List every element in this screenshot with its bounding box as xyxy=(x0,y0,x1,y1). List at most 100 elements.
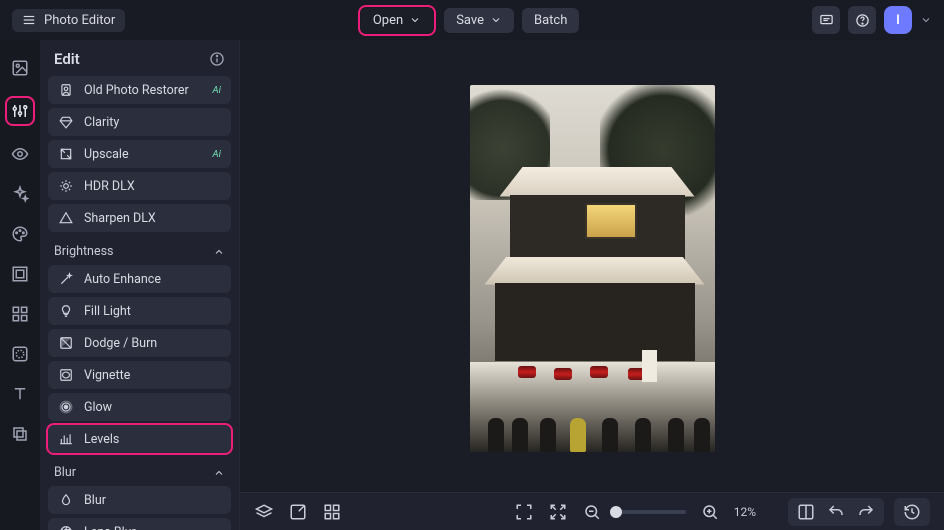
glow-icon xyxy=(58,399,74,415)
topbar-center: Open Save Batch xyxy=(358,5,580,36)
tool-scroll[interactable]: Old Photo Restorer Ai Clarity Upscale Ai HDR … xyxy=(40,76,239,530)
zoom-slider[interactable] xyxy=(616,510,686,514)
aperture-icon xyxy=(58,524,74,530)
vignette-icon xyxy=(58,367,74,383)
tool-label: Clarity xyxy=(84,115,119,130)
tool-label: Sharpen DLX xyxy=(84,211,156,226)
history-controls xyxy=(788,498,930,526)
tool-lens-blur[interactable]: Lens Blur xyxy=(48,518,231,530)
app-title-chip[interactable]: Photo Editor xyxy=(12,9,125,32)
expand-button[interactable] xyxy=(288,502,308,522)
zoom-value: 12% xyxy=(734,505,756,519)
tool-label: Vignette xyxy=(84,368,130,383)
tool-levels[interactable]: Levels xyxy=(48,425,231,453)
batch-label: Batch xyxy=(534,13,567,28)
portrait-icon xyxy=(58,82,74,98)
wand-icon xyxy=(58,271,74,287)
tool-glow[interactable]: Glow xyxy=(48,393,231,421)
comment-icon xyxy=(819,13,834,28)
nav-shapes[interactable] xyxy=(8,302,32,326)
chevron-down-icon xyxy=(490,14,502,26)
nav-sparkle[interactable] xyxy=(8,182,32,206)
undo-button[interactable] xyxy=(826,502,846,522)
levels-icon xyxy=(58,431,74,447)
chevron-up-icon xyxy=(213,246,225,258)
ai-badge: Ai xyxy=(212,149,221,160)
canvas-body[interactable] xyxy=(240,40,944,492)
nav-frame[interactable] xyxy=(8,262,32,286)
tool-label: HDR DLX xyxy=(84,179,135,194)
help-button[interactable] xyxy=(848,6,876,34)
ai-badge: Ai xyxy=(212,85,221,96)
icon-nav xyxy=(0,40,40,530)
drop-icon xyxy=(58,492,74,508)
topbar-right: I xyxy=(812,6,932,34)
tool-label: Auto Enhance xyxy=(84,272,161,287)
tool-vignette[interactable]: Vignette xyxy=(48,361,231,389)
nav-image[interactable] xyxy=(8,56,32,80)
fit-button[interactable] xyxy=(548,502,568,522)
help-icon xyxy=(855,13,870,28)
tool-label: Lens Blur xyxy=(84,525,136,530)
layers-button[interactable] xyxy=(254,502,274,522)
tool-label: Upscale xyxy=(84,147,129,162)
tool-label: Fill Light xyxy=(84,304,131,319)
tool-dodge-burn[interactable]: Dodge / Burn xyxy=(48,329,231,357)
tool-label: Levels xyxy=(84,432,119,447)
sun-icon xyxy=(58,178,74,194)
nav-texture[interactable] xyxy=(8,342,32,366)
tool-sharpen-dlx[interactable]: Sharpen DLX xyxy=(48,204,231,232)
chevron-up-icon xyxy=(213,467,225,479)
canvas-area: 12% xyxy=(240,40,944,530)
avatar[interactable]: I xyxy=(884,6,912,34)
batch-button[interactable]: Batch xyxy=(522,8,579,33)
bottom-bar: 12% xyxy=(240,492,944,530)
compare-button[interactable] xyxy=(796,502,816,522)
tool-label: Old Photo Restorer xyxy=(84,83,189,98)
tool-fill-light[interactable]: Fill Light xyxy=(48,297,231,325)
info-icon[interactable] xyxy=(209,51,225,67)
nav-layers[interactable] xyxy=(8,422,32,446)
diamond-icon xyxy=(58,114,74,130)
menu-icon xyxy=(22,13,36,27)
tool-label: Dodge / Burn xyxy=(84,336,157,351)
tool-old-photo-restorer[interactable]: Old Photo Restorer Ai xyxy=(48,76,231,104)
history-button[interactable] xyxy=(902,502,922,522)
nav-adjust[interactable] xyxy=(5,96,35,126)
zoom-controls: 12% xyxy=(582,502,756,522)
fullscreen-button[interactable] xyxy=(514,502,534,522)
grid-button[interactable] xyxy=(322,502,342,522)
tool-clarity[interactable]: Clarity xyxy=(48,108,231,136)
tool-upscale[interactable]: Upscale Ai xyxy=(48,140,231,168)
group-blur[interactable]: Blur xyxy=(48,457,231,486)
tool-blur[interactable]: Blur xyxy=(48,486,231,514)
open-button[interactable]: Open xyxy=(361,8,433,33)
zoom-in-button[interactable] xyxy=(700,502,720,522)
main: Edit Old Photo Restorer Ai Clarity Upscale A… xyxy=(0,40,944,530)
chevron-down-icon[interactable] xyxy=(920,14,932,26)
nav-eye[interactable] xyxy=(8,142,32,166)
nav-text[interactable] xyxy=(8,382,32,406)
group-brightness[interactable]: Brightness xyxy=(48,236,231,265)
chevron-down-icon xyxy=(409,14,421,26)
triangle-icon xyxy=(58,210,74,226)
tool-hdr-dlx[interactable]: HDR DLX xyxy=(48,172,231,200)
comment-button[interactable] xyxy=(812,6,840,34)
zoom-out-button[interactable] xyxy=(582,502,602,522)
canvas-image xyxy=(470,85,715,452)
redo-button[interactable] xyxy=(856,502,876,522)
topbar: Photo Editor Open Save Batch I xyxy=(0,0,944,40)
contrast-icon xyxy=(58,335,74,351)
topbar-left: Photo Editor xyxy=(12,9,125,32)
tool-auto-enhance[interactable]: Auto Enhance xyxy=(48,265,231,293)
save-label: Save xyxy=(456,13,484,28)
panel-title: Edit xyxy=(54,50,80,68)
app-title: Photo Editor xyxy=(44,13,115,28)
tool-panel: Edit Old Photo Restorer Ai Clarity Upscale A… xyxy=(40,40,240,530)
avatar-initial: I xyxy=(896,13,900,28)
nav-palette[interactable] xyxy=(8,222,32,246)
save-button[interactable]: Save xyxy=(444,8,514,33)
expand-icon xyxy=(58,146,74,162)
group-label: Blur xyxy=(54,465,76,480)
open-ring: Open xyxy=(358,5,436,36)
